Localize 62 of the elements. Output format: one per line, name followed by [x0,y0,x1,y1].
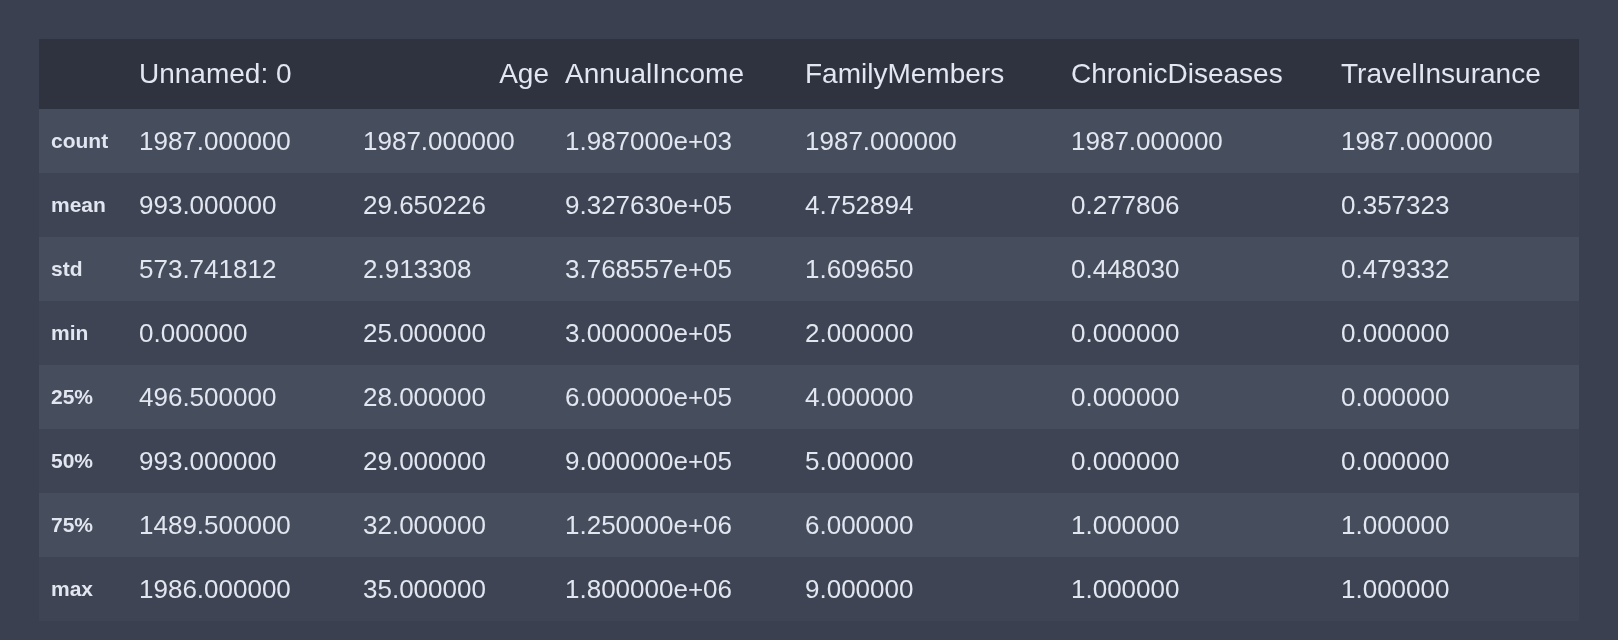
row-label: 25% [51,385,94,409]
table-cell: 1.000000 [1071,573,1180,604]
table-cell: 496.500000 [139,381,277,412]
table-cell: 1987.000000 [139,125,291,156]
table-cell: 1.000000 [1071,509,1180,540]
table-cell: 1489.500000 [139,509,291,540]
table-cell: 28.000000 [363,381,486,412]
table-cell: 993.000000 [139,445,277,476]
table-cell: 3.768557e+05 [565,253,732,284]
row-label: max [51,577,94,601]
table-cell: 0.000000 [1341,317,1450,348]
table-cell: 0.448030 [1071,253,1180,284]
table-cell: 32.000000 [363,509,486,540]
table-cell: 2.000000 [805,317,914,348]
table-cell: 4.000000 [805,381,914,412]
table-cell: 0.000000 [1071,445,1180,476]
table-cell: 0.000000 [1071,381,1180,412]
column-header: TravelInsurance [1341,57,1541,91]
column-header: FamilyMembers [805,57,1005,91]
table-cell: 6.000000 [805,509,914,540]
table-cell: 1.000000 [1341,509,1450,540]
table-cell: 0.000000 [1071,317,1180,348]
table-cell: 9.000000 [805,573,914,604]
table-cell: 573.741812 [139,253,277,284]
row-label: mean [51,193,106,217]
table-cell: 29.650226 [363,189,486,220]
table-cell: 4.752894 [805,189,914,220]
row-label: std [51,257,83,281]
table-cell: 1987.000000 [363,125,515,156]
table-cell: 0.277806 [1071,189,1180,220]
table-cell: 1987.000000 [1071,125,1223,156]
table-cell: 1986.000000 [139,573,291,604]
row-label: 50% [51,449,94,473]
column-header: AnnualIncome [565,57,744,91]
column-header: ChronicDiseases [1071,57,1283,91]
table-cell: 25.000000 [363,317,486,348]
table-cell: 9.000000e+05 [565,445,732,476]
table-cell: 1.000000 [1341,573,1450,604]
table-cell: 993.000000 [139,189,277,220]
row-label: 75% [51,513,94,537]
table-cell: 0.479332 [1341,253,1450,284]
table-cell: 29.000000 [363,445,486,476]
table-cell: 0.000000 [1341,445,1450,476]
table-cell: 5.000000 [805,445,914,476]
row-label: min [51,321,89,345]
table-cell: 1.987000e+03 [565,125,732,156]
table-cell: 1987.000000 [1341,125,1493,156]
table-cell: 1.800000e+06 [565,573,732,604]
row-label: count [51,129,109,153]
table-cell: 1987.000000 [805,125,957,156]
table-cell: 6.000000e+05 [565,381,732,412]
table-cell: 3.000000e+05 [565,317,732,348]
table-cell: 1.609650 [805,253,914,284]
column-header: Unnamed: 0 [139,57,292,91]
table-cell: 9.327630e+05 [565,189,732,220]
table-cell: 35.000000 [363,573,486,604]
table-cell: 1.250000e+06 [565,509,732,540]
table-cell: 0.000000 [139,317,248,348]
column-header: Age [499,57,549,91]
table-cell: 2.913308 [363,253,472,284]
table-cell: 0.357323 [1341,189,1450,220]
table-cell: 0.000000 [1341,381,1450,412]
